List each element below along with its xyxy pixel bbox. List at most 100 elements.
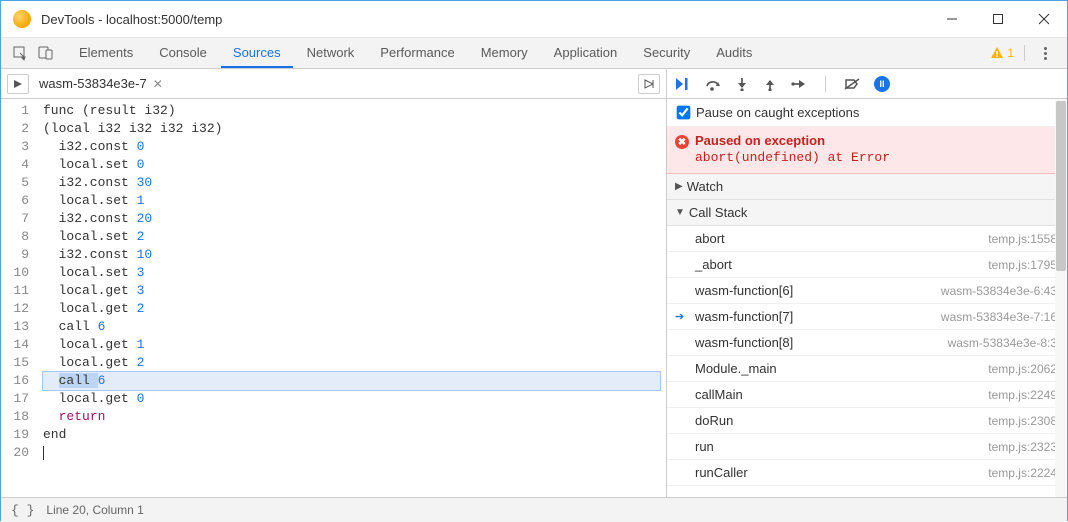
code-line[interactable] [43, 444, 666, 462]
callstack-row[interactable]: wasm-function[6]wasm-53834e3e-6:43 [667, 278, 1067, 304]
stack-loc: wasm-53834e3e-7:16 [941, 310, 1057, 324]
callstack-row[interactable]: aborttemp.js:1558 [667, 226, 1067, 252]
stack-loc: temp.js:2224 [988, 466, 1057, 480]
callstack-row[interactable]: callMain temp.js:2249 [667, 382, 1067, 408]
more-menu-icon[interactable] [1035, 47, 1055, 60]
separator [825, 76, 826, 92]
navigator-toggle-icon[interactable] [7, 74, 29, 94]
code-body[interactable]: func (result i32)(local i32 i32 i32 i32)… [37, 99, 666, 497]
run-snippet-icon[interactable] [638, 74, 660, 94]
pause-on-caught-label: Pause on caught exceptions [696, 105, 859, 120]
stack-fn: runCaller [695, 465, 748, 480]
stack-fn: wasm-function[6] [695, 283, 793, 298]
window-title: DevTools - localhost:5000/temp [41, 12, 222, 27]
code-line[interactable]: local.set 3 [43, 264, 666, 282]
code-line[interactable]: end [43, 426, 666, 444]
callstack-row[interactable]: wasm-function[8] wasm-53834e3e-8:3 [667, 330, 1067, 356]
error-icon: ✖ [675, 135, 689, 149]
minimize-button[interactable] [929, 1, 975, 38]
stack-fn: callMain [695, 387, 743, 402]
code-line[interactable]: local.set 0 [43, 156, 666, 174]
device-toggle-icon[interactable] [33, 40, 59, 66]
warnings-count: 1 [1007, 46, 1014, 60]
code-line[interactable]: (local i32 i32 i32 i32) [43, 120, 666, 138]
callstack-row[interactable]: ➔wasm-function[7]wasm-53834e3e-7:16 [667, 304, 1067, 330]
pause-on-caught-checkbox[interactable] [677, 106, 691, 120]
callstack-header[interactable]: ▼ Call Stack [667, 200, 1067, 226]
code-line[interactable]: local.get 2 [43, 300, 666, 318]
tab-console[interactable]: Console [147, 38, 219, 68]
debugger-toolbar: II [667, 69, 1067, 99]
code-line[interactable]: local.get 2 [43, 354, 666, 372]
code-line[interactable]: call 6 [43, 318, 666, 336]
stack-fn: abort [695, 231, 725, 246]
maximize-button[interactable] [975, 1, 1021, 38]
resume-icon[interactable] [675, 77, 691, 91]
scrollbar-thumb[interactable] [1056, 101, 1066, 271]
window-controls [929, 1, 1067, 38]
warning-icon [990, 46, 1004, 60]
code-line[interactable]: func (result i32) [43, 102, 666, 120]
main-toolbar: Elements Console Sources Network Perform… [1, 38, 1067, 69]
devtools-app-icon [13, 10, 31, 28]
code-line[interactable]: local.set 1 [43, 192, 666, 210]
callstack-label: Call Stack [689, 205, 748, 220]
tab-elements[interactable]: Elements [67, 38, 145, 68]
code-line[interactable]: call 6 [43, 372, 660, 390]
stack-fn: Module._main [695, 361, 777, 376]
source-panel: wasm-53834e3e-7 ✕ 1234567891011121314151… [1, 69, 667, 497]
debugger-body: Pause on caught exceptions ✖ Paused on e… [667, 99, 1067, 497]
tab-application[interactable]: Application [542, 38, 630, 68]
code-line[interactable]: i32.const 0 [43, 138, 666, 156]
warnings-badge[interactable]: 1 [990, 46, 1014, 60]
pause-banner-detail: abort(undefined) at Error [695, 150, 1057, 165]
watch-section: ▶Watch [667, 174, 1067, 200]
code-line[interactable]: local.get 3 [43, 282, 666, 300]
callstack-row[interactable]: _aborttemp.js:1795 [667, 252, 1067, 278]
close-file-icon[interactable]: ✕ [153, 77, 163, 91]
callstack-row[interactable]: Module._main temp.js:2062 [667, 356, 1067, 382]
scrollbar[interactable] [1055, 99, 1067, 497]
callstack-row[interactable]: runCaller temp.js:2224 [667, 460, 1067, 486]
code-line[interactable]: local.get 0 [43, 390, 666, 408]
panel-tabs: Elements Console Sources Network Perform… [67, 38, 764, 68]
tab-audits[interactable]: Audits [704, 38, 764, 68]
stack-loc: temp.js:2062 [988, 362, 1057, 376]
code-line[interactable]: local.set 2 [43, 228, 666, 246]
code-line[interactable]: i32.const 30 [43, 174, 666, 192]
code-editor[interactable]: 1234567891011121314151617181920 func (re… [1, 99, 666, 497]
deactivate-breakpoints-icon[interactable] [844, 77, 860, 91]
pause-on-caught-row[interactable]: Pause on caught exceptions [667, 99, 1067, 127]
tab-security[interactable]: Security [631, 38, 702, 68]
code-line[interactable]: i32.const 20 [43, 210, 666, 228]
pretty-print-icon[interactable]: { } [11, 503, 34, 518]
chevron-down-icon: ▼ [675, 207, 685, 218]
code-line[interactable]: i32.const 10 [43, 246, 666, 264]
close-button[interactable] [1021, 1, 1067, 38]
stack-fn: doRun [695, 413, 733, 428]
step-over-icon[interactable] [705, 77, 721, 91]
tab-performance[interactable]: Performance [368, 38, 466, 68]
stack-fn: wasm-function[8] [695, 335, 793, 350]
step-out-icon[interactable] [763, 77, 777, 91]
current-frame-icon: ➔ [675, 310, 684, 323]
step-icon[interactable] [791, 77, 807, 91]
step-into-icon[interactable] [735, 77, 749, 91]
tab-memory[interactable]: Memory [469, 38, 540, 68]
callstack-row[interactable]: runtemp.js:2323 [667, 434, 1067, 460]
tab-network[interactable]: Network [295, 38, 367, 68]
callstack-section: ▼ Call Stack aborttemp.js:1558_aborttemp.… [667, 200, 1067, 486]
callstack-row[interactable]: doRuntemp.js:2308 [667, 408, 1067, 434]
toolbar-right: 1 [990, 45, 1061, 61]
callstack-list: aborttemp.js:1558_aborttemp.js:1795wasm-… [667, 226, 1067, 486]
pause-on-exceptions-icon[interactable]: II [874, 76, 890, 92]
inspect-icon[interactable] [7, 40, 33, 66]
stack-loc: temp.js:2249 [988, 388, 1057, 402]
file-tab[interactable]: wasm-53834e3e-7 ✕ [39, 76, 169, 91]
stack-loc: wasm-53834e3e-8:3 [948, 336, 1057, 350]
code-line[interactable]: local.get 1 [43, 336, 666, 354]
watch-header[interactable]: ▶Watch [667, 174, 1067, 200]
code-line[interactable]: return [43, 408, 666, 426]
tab-sources[interactable]: Sources [221, 38, 293, 68]
cursor-position: Line 20, Column 1 [46, 503, 143, 517]
